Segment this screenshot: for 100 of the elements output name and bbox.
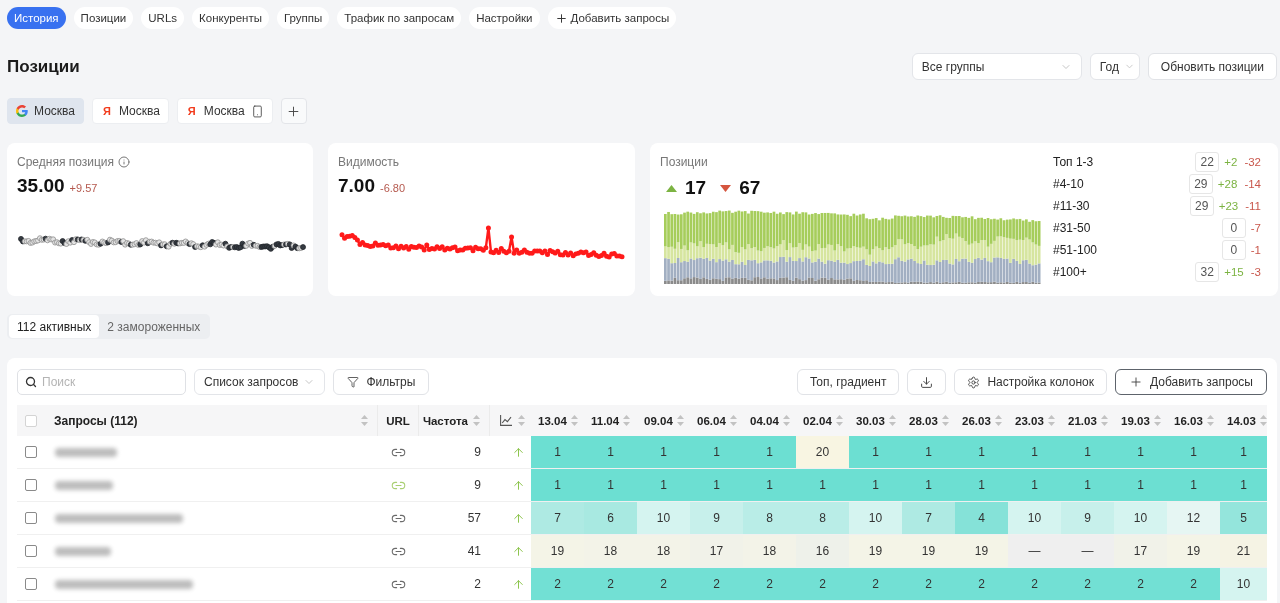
position-cell: 1	[849, 436, 902, 468]
frequency-value: 57	[467, 511, 481, 525]
sort-icon[interactable]	[473, 415, 480, 426]
sort-icon[interactable]	[1153, 415, 1161, 426]
position-cell: 1	[690, 469, 743, 501]
sort-icon[interactable]	[835, 415, 843, 426]
refresh-button[interactable]: Обновить позиции	[1147, 53, 1277, 80]
column-header: Частота	[422, 414, 468, 427]
position-cell: 10	[637, 502, 690, 534]
position-cell: 2	[690, 568, 743, 600]
sort-icon[interactable]	[518, 415, 525, 426]
line-chart-icon	[500, 415, 512, 426]
add-queries-tab[interactable]: Добавить запросы	[547, 7, 677, 29]
position-cell: 1	[902, 436, 955, 468]
checkbox[interactable]	[25, 545, 37, 557]
position-cell: 1	[1114, 436, 1167, 468]
status-tab[interactable]: 2 замороженных	[99, 315, 209, 338]
position-cell: 21	[1220, 535, 1267, 567]
range-count: 29	[1189, 196, 1214, 216]
position-cell: 19	[902, 535, 955, 567]
triangle-down-icon	[720, 184, 732, 192]
position-cell: 19	[955, 535, 1008, 567]
column-header: 21.03	[1068, 414, 1097, 427]
column-header: 09.04	[644, 414, 673, 427]
position-cell: 1	[955, 469, 1008, 501]
range-label: #31-50	[1053, 221, 1091, 235]
position-cell: 10	[849, 502, 902, 534]
search-field[interactable]: Поиск	[17, 369, 186, 395]
sort-icon[interactable]	[1259, 415, 1267, 426]
range-loss: -7	[1249, 222, 1262, 234]
column-header: 06.04	[697, 414, 726, 427]
nav-tab[interactable]: Трафик по запросам	[337, 7, 462, 29]
blurred-query	[55, 480, 113, 490]
download-button[interactable]	[907, 369, 947, 395]
range-gain: +28	[1216, 178, 1239, 190]
metric-change: -6.80	[380, 182, 406, 194]
checkbox[interactable]	[25, 578, 37, 590]
nav-tab[interactable]: Группы	[276, 7, 330, 29]
engine-tab[interactable]: Москва	[7, 98, 84, 124]
sort-icon[interactable]	[782, 415, 790, 426]
frequency-value: 41	[467, 544, 481, 558]
position-cell: 18	[584, 535, 637, 567]
group-select[interactable]: Все группы	[911, 53, 1082, 80]
sort-icon[interactable]	[570, 415, 578, 426]
metric-change: +9.57	[69, 182, 98, 194]
sort-icon[interactable]	[623, 415, 631, 426]
position-cell: 1	[1061, 436, 1114, 468]
period-select[interactable]: Год	[1089, 53, 1140, 80]
view-mode-button[interactable]: Топ, градиент	[796, 369, 900, 395]
card-title: Видимость	[338, 155, 400, 169]
plus-icon	[1129, 375, 1143, 389]
position-cell: —	[1008, 535, 1061, 567]
checkbox[interactable]	[25, 446, 37, 458]
checkbox[interactable]	[25, 512, 37, 524]
checkbox[interactable]	[25, 479, 37, 491]
sort-icon[interactable]	[729, 415, 737, 426]
position-cell: 1	[1114, 469, 1167, 501]
sort-icon[interactable]	[888, 415, 896, 426]
add-queries-button[interactable]: Добавить запросы	[1115, 369, 1267, 395]
sort-icon[interactable]	[941, 415, 949, 426]
engine-tab[interactable]: Я Москва	[176, 98, 273, 124]
position-cell: 2	[796, 568, 849, 600]
filters-button[interactable]: Фильтры	[333, 369, 430, 395]
engine-logo: Я	[186, 105, 197, 117]
sort-icon[interactable]	[361, 415, 368, 426]
metric-value: 35.00	[17, 175, 65, 197]
sort-icon[interactable]	[1206, 415, 1214, 426]
plus-icon	[554, 11, 568, 25]
blurred-query	[55, 447, 117, 457]
position-cell: 1	[690, 436, 743, 468]
position-cell: 1	[584, 469, 637, 501]
position-cell: 1	[1008, 436, 1061, 468]
column-settings-button[interactable]: Настройка колонок	[954, 369, 1107, 395]
metric-value: 7.00	[338, 175, 375, 197]
sort-icon[interactable]	[676, 415, 684, 426]
position-cell: 1	[584, 436, 637, 468]
info-icon[interactable]	[118, 156, 131, 168]
nav-tab[interactable]: URLs	[141, 7, 185, 29]
list-select[interactable]: Список запросов	[194, 369, 326, 395]
position-cell: 1	[1061, 469, 1114, 501]
position-cell: 19	[531, 535, 584, 567]
column-header: 23.03	[1015, 414, 1044, 427]
sort-icon[interactable]	[1100, 415, 1108, 426]
engine-label: Москва	[34, 104, 75, 118]
engine-tab[interactable]: Я Москва	[91, 98, 169, 124]
nav-tab[interactable]: Позиции	[73, 7, 134, 29]
nav-tab[interactable]: Конкуренты	[192, 7, 269, 29]
range-loss: -14	[1243, 178, 1262, 190]
position-cell: 2	[955, 568, 1008, 600]
add-engine-button[interactable]	[280, 98, 307, 124]
position-cell: 1	[796, 469, 849, 501]
improved-count: 17	[685, 177, 707, 199]
nav-tab[interactable]: Настройки	[469, 7, 540, 29]
range-loss: -1	[1249, 244, 1262, 256]
status-tab[interactable]: 112 активных	[9, 315, 100, 338]
sort-icon[interactable]	[994, 415, 1002, 426]
sort-icon[interactable]	[1047, 415, 1055, 426]
position-cell: 10	[1220, 568, 1267, 600]
position-cell: 2	[1167, 568, 1220, 600]
nav-tab[interactable]: История	[7, 7, 66, 29]
